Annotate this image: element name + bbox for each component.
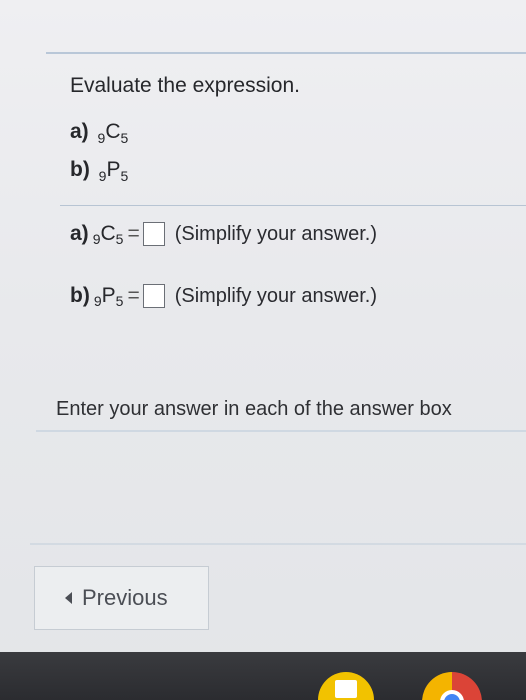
combination-n: 9 xyxy=(97,130,106,146)
enter-answer-message: Enter your answer in each of the answer … xyxy=(56,398,452,420)
part-label: b) xyxy=(70,158,90,181)
footer-divider xyxy=(30,543,526,545)
equals-sign: = xyxy=(127,284,140,307)
answer-row-a: a) 9C5 = (Simplify your answer.) xyxy=(70,222,377,247)
caret-left-icon xyxy=(65,592,72,604)
permutation-r: 5 xyxy=(120,168,129,184)
permutation-n: 9 xyxy=(93,293,102,309)
question-part-b: b) 9P5 xyxy=(70,158,129,184)
top-divider xyxy=(46,52,526,54)
answer-label: a) xyxy=(70,222,89,245)
part-label: a) xyxy=(70,120,89,143)
question-prompt: Evaluate the expression. xyxy=(70,74,300,97)
combination-symbol: C xyxy=(105,120,121,143)
answer-input-a[interactable] xyxy=(142,222,165,246)
equals-sign: = xyxy=(127,222,140,245)
combination-r: 5 xyxy=(120,130,129,146)
answer-label: b) xyxy=(70,284,90,307)
simplify-hint: (Simplify your answer.) xyxy=(174,222,377,245)
permutation-n: 9 xyxy=(98,168,107,184)
combination-n: 9 xyxy=(92,231,101,247)
middle-divider xyxy=(60,205,526,206)
answer-input-b[interactable] xyxy=(142,284,165,308)
combination-symbol: C xyxy=(100,222,116,245)
permutation-symbol: P xyxy=(106,158,121,181)
question-part-a: a) 9C5 xyxy=(70,120,129,146)
screen: Evaluate the expression. a) 9C5 b) 9P5 a… xyxy=(0,0,526,700)
permutation-r: 5 xyxy=(115,293,124,309)
previous-label: Previous xyxy=(82,585,168,610)
permutation-symbol: P xyxy=(101,284,116,307)
combination-r: 5 xyxy=(115,231,124,247)
answer-row-b: b) 9P5 = (Simplify your answer.) xyxy=(70,284,377,309)
lower-divider xyxy=(36,430,526,432)
previous-button[interactable]: Previous xyxy=(34,566,209,630)
simplify-hint: (Simplify your answer.) xyxy=(174,284,377,307)
